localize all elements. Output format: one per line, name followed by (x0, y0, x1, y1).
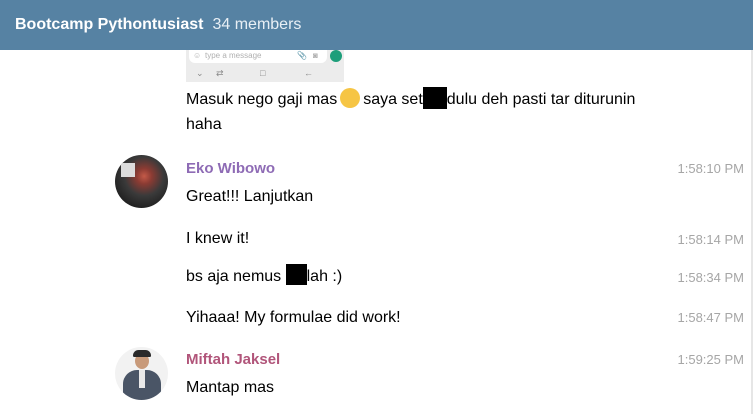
message-timestamp: 1:59:25 PM (677, 352, 745, 367)
message-fragment: Masuk nego gaji mas (186, 91, 338, 108)
message-timestamp: 1:58:10 PM (677, 161, 745, 176)
message-fragment: saya set (363, 91, 423, 108)
redaction-block (285, 264, 307, 286)
message-text: Great!!! Lanjutkan (186, 188, 314, 205)
mic-icon (330, 50, 342, 62)
nav-home-icon: □ (260, 68, 266, 78)
sender-name[interactable]: Eko Wibowo (186, 160, 275, 177)
message-text: Yihaaa! My formulae did work! (186, 309, 401, 326)
preview-smiley-icon: ☺ (193, 51, 202, 60)
avatar-hair (133, 350, 151, 357)
redaction-block (422, 86, 447, 109)
message-fragment: lah :) (306, 268, 343, 285)
message-timestamp: 1:58:47 PM (677, 310, 745, 325)
chat-header[interactable]: Bootcamp Pythontusiast 34 members (0, 0, 753, 50)
preview-message-bar: ☺ type a message 📎 ◙ (189, 50, 327, 63)
message-text: bs aja nemus lah :) (186, 263, 342, 291)
nav-down-icon: ⌄ (196, 68, 204, 78)
shared-screenshot-image[interactable]: ☺ type a message 📎 ◙ ⌄ ⇄ □ ← (186, 50, 344, 82)
message-fragment: bs aja nemus (186, 268, 282, 285)
avatar-shirt (139, 370, 145, 388)
paperclip-icon: 📎 (297, 51, 307, 60)
message-text: Mantap mas (186, 379, 275, 396)
preview-nav-bar: ⌄ ⇄ □ ← (186, 68, 344, 80)
sender-name[interactable]: Miftah Jaksel (186, 351, 280, 368)
message-text: Masuk nego gaji mas saya set dulu deh past… (186, 86, 635, 114)
nav-back-icon: ← (304, 68, 313, 78)
chat-title[interactable]: Bootcamp Pythontusiast (15, 16, 203, 34)
avatar-detail (121, 163, 135, 177)
avatar-miftah-jaksel[interactable] (115, 347, 168, 400)
message-timestamp: 1:58:34 PM (677, 270, 745, 285)
message-timestamp: 1:58:14 PM (677, 232, 745, 247)
message-fragment: dulu deh pasti tar diturunin (446, 91, 636, 108)
nav-rotate-icon: ⇄ (216, 68, 224, 78)
message-text-line2: haha (186, 116, 222, 133)
avatar-eko-wibowo[interactable] (115, 155, 168, 208)
message-text: I knew it! (186, 230, 250, 247)
preview-placeholder: type a message (205, 51, 262, 60)
member-count: 34 members (212, 16, 302, 33)
camera-icon: ◙ (313, 51, 318, 60)
grinning-emoji-icon (340, 87, 361, 108)
